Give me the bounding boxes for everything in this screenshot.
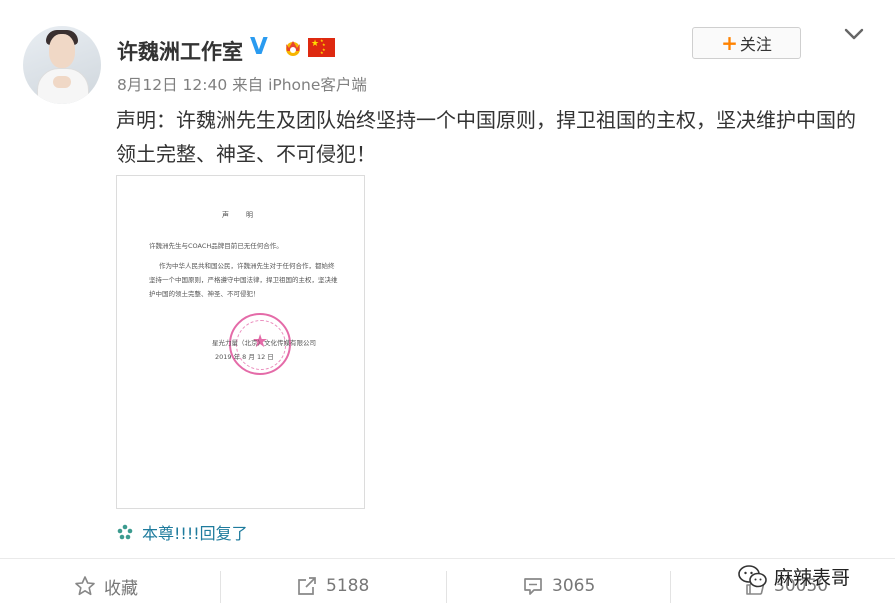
- verified-icon: V: [250, 34, 268, 60]
- watermark: 麻辣表哥: [738, 563, 850, 590]
- reply-text: 本尊!!!!回复了: [142, 524, 248, 543]
- share-icon: [298, 577, 316, 595]
- crown-badge-icon[interactable]: [283, 38, 303, 56]
- comment-icon: [524, 578, 542, 595]
- follow-button[interactable]: + 关注: [692, 27, 801, 59]
- china-flag-icon: ★ ★ ★ ★ ★: [308, 38, 335, 57]
- action-divider: [220, 571, 221, 603]
- action-divider: [446, 571, 447, 603]
- plus-icon: +: [721, 31, 738, 55]
- weibo-reply-icon: [117, 524, 133, 540]
- chevron-down-icon[interactable]: [843, 26, 865, 42]
- star-icon: [75, 576, 95, 596]
- post-text: 声明：许魏洲先生及团队始终坚持一个中国原则，捍卫祖国的主权，坚决维护中国的领土完…: [116, 108, 856, 166]
- avatar-hands: [53, 76, 71, 88]
- statement-image[interactable]: 声 明 许魏洲先生与COACH品牌目前已无任何合作。 作为中华人民共和国公民，许…: [116, 175, 365, 509]
- favorite-button[interactable]: 收藏: [74, 559, 138, 613]
- owner-reply-notice[interactable]: 本尊!!!!回复了: [116, 520, 248, 544]
- username[interactable]: 许魏洲工作室: [117, 36, 243, 66]
- avatar[interactable]: [23, 26, 101, 104]
- post-meta: 8月12日 12:40 来自 iPhone客户端: [117, 73, 367, 95]
- statement-line-3: 坚持一个中国原则，严格遵守中国法律，捍卫祖国的主权，坚决维: [149, 276, 338, 284]
- post-source[interactable]: iPhone客户端: [268, 76, 367, 94]
- comment-count: 3065: [552, 576, 596, 596]
- favorite-label: 收藏: [104, 578, 138, 599]
- follow-label: 关注: [739, 35, 772, 54]
- watermark-text: 麻辣表哥: [774, 567, 851, 589]
- statement-title: 声 明: [222, 211, 254, 219]
- statement-signature: 星光力量（北京）文化传媒有限公司: [212, 339, 316, 347]
- repost-count: 5188: [326, 576, 370, 596]
- statement-line-1: 许魏洲先生与COACH品牌目前已无任何合作。: [149, 242, 283, 250]
- wechat-icon: [738, 564, 767, 587]
- statement-date: 2019 年 8 月 12 日: [215, 353, 274, 361]
- post-timestamp[interactable]: 8月12日 12:40: [117, 76, 227, 94]
- statement-line-4: 护中国的领土完整、神圣、不可侵犯！: [149, 290, 260, 298]
- comment-button[interactable]: 3065: [522, 559, 595, 613]
- repost-button[interactable]: 5188: [296, 559, 369, 613]
- statement-line-2: 作为中华人民共和国公民，许魏洲先生对于任何合作，都始终: [159, 262, 335, 270]
- avatar-face: [49, 34, 75, 68]
- source-prefix: 来自: [232, 76, 264, 94]
- action-divider: [670, 571, 671, 603]
